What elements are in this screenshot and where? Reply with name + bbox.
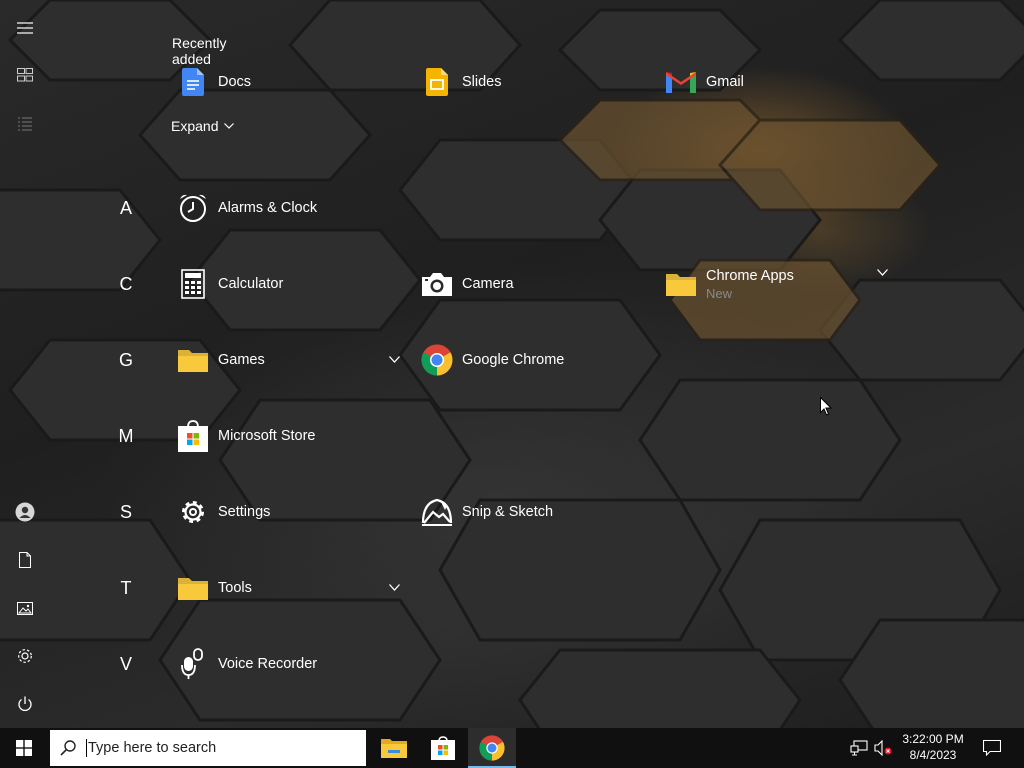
google-chrome-icon: [479, 735, 505, 761]
google-chrome-button[interactable]: [468, 728, 516, 768]
settings-gear-icon: [176, 495, 210, 529]
app-label: Google Chrome: [462, 352, 565, 368]
tiles-view-icon[interactable]: [0, 55, 50, 95]
camera-icon: [420, 267, 454, 301]
user-account-icon[interactable]: [0, 492, 50, 532]
app-tile-camera[interactable]: Camera: [420, 264, 514, 304]
app-label: Gmail: [706, 74, 744, 90]
app-tile-calculator[interactable]: Calculator: [176, 264, 283, 304]
letter-header-m[interactable]: M: [118, 426, 134, 447]
app-label: Camera: [462, 276, 514, 292]
new-badge: New: [706, 285, 733, 301]
clock-time: 3:22:00 PM: [902, 732, 964, 746]
expand-button[interactable]: Expand: [171, 118, 235, 134]
letter-header-a[interactable]: A: [118, 198, 134, 219]
app-tile-gmail[interactable]: Gmail: [664, 62, 744, 102]
file-explorer-icon: [381, 739, 407, 758]
folder-icon: [176, 343, 210, 377]
google-slides-icon: [420, 65, 454, 99]
app-tile-settings[interactable]: Settings: [176, 492, 270, 532]
chevron-down-icon: [224, 123, 235, 129]
all-apps-list-icon[interactable]: [0, 104, 50, 144]
action-center-button[interactable]: [976, 728, 1008, 768]
calculator-icon: [176, 267, 210, 301]
mouse-cursor-icon: [820, 397, 832, 416]
app-label: Settings: [218, 504, 271, 520]
google-docs-icon: [176, 65, 210, 99]
app-label: Alarms & Clock: [218, 200, 318, 216]
folder-tile-games[interactable]: Games: [176, 340, 265, 380]
volume-muted-icon: [874, 740, 892, 756]
app-label: Chrome Apps: [706, 267, 794, 284]
tools-chevron-down-icon[interactable]: [389, 584, 400, 591]
search-icon: [50, 740, 86, 756]
games-chevron-down-icon[interactable]: [389, 356, 400, 363]
letter-header-s[interactable]: S: [118, 502, 134, 523]
taskbar: 3:22:00 PM 8/4/2023: [0, 728, 1024, 768]
settings-gear-icon[interactable]: [0, 636, 50, 676]
taskbar-search-box[interactable]: [50, 730, 366, 766]
folder-icon: [664, 267, 698, 301]
microsoft-store-icon: [176, 419, 210, 453]
letter-header-v[interactable]: V: [118, 654, 134, 675]
power-icon[interactable]: [0, 684, 50, 724]
letter-header-c[interactable]: C: [118, 274, 134, 295]
app-label: Tools: [218, 580, 252, 596]
app-label: Microsoft Store: [218, 428, 316, 444]
pictures-icon[interactable]: [0, 588, 50, 628]
google-chrome-icon: [420, 343, 454, 377]
folder-tile-chrome-apps[interactable]: Chrome Apps New: [664, 262, 794, 306]
file-explorer-button[interactable]: [370, 728, 418, 768]
notification-icon: [983, 740, 1001, 756]
app-tile-voice-recorder[interactable]: Voice Recorder: [176, 644, 317, 684]
app-tile-docs[interactable]: Docs: [176, 62, 251, 102]
folder-tile-tools[interactable]: Tools: [176, 568, 252, 608]
hamburger-menu-icon[interactable]: [0, 8, 50, 48]
app-tile-snip-sketch[interactable]: Snip & Sketch: [420, 492, 553, 532]
microsoft-store-icon: [431, 736, 455, 760]
app-tile-google-chrome[interactable]: Google Chrome: [420, 340, 564, 380]
clock-date: 8/4/2023: [909, 748, 957, 762]
app-tile-microsoft-store[interactable]: Microsoft Store: [176, 416, 316, 456]
snip-sketch-icon: [420, 495, 454, 529]
app-label: Snip & Sketch: [462, 504, 554, 520]
windows-logo-icon: [16, 740, 32, 756]
start-menu-rail: [0, 0, 50, 728]
app-tile-slides[interactable]: Slides: [420, 62, 502, 102]
expand-label: Expand: [171, 118, 219, 134]
app-label: Slides: [462, 74, 502, 90]
start-button[interactable]: [0, 728, 48, 768]
documents-icon[interactable]: [0, 540, 50, 580]
app-tile-alarms-clock[interactable]: Alarms & Clock: [176, 188, 317, 228]
folder-text: Chrome Apps New: [706, 268, 794, 301]
volume-tray-button[interactable]: [872, 728, 894, 768]
app-label: Games: [218, 352, 265, 368]
app-label: Docs: [218, 74, 252, 90]
chrome-apps-chevron-down-icon[interactable]: [877, 269, 888, 276]
folder-icon: [176, 571, 210, 605]
letter-header-t[interactable]: T: [118, 578, 134, 599]
app-label: Calculator: [218, 276, 284, 292]
network-icon: [850, 740, 868, 756]
search-input[interactable]: [86, 739, 350, 757]
microphone-icon: [176, 647, 210, 681]
alarm-clock-icon: [176, 191, 210, 225]
letter-header-g[interactable]: G: [118, 350, 134, 371]
gmail-icon: [664, 65, 698, 99]
taskbar-clock[interactable]: 3:22:00 PM 8/4/2023: [896, 728, 970, 768]
microsoft-store-button[interactable]: [419, 728, 467, 768]
network-tray-button[interactable]: [848, 728, 870, 768]
app-label: Voice Recorder: [218, 656, 318, 672]
